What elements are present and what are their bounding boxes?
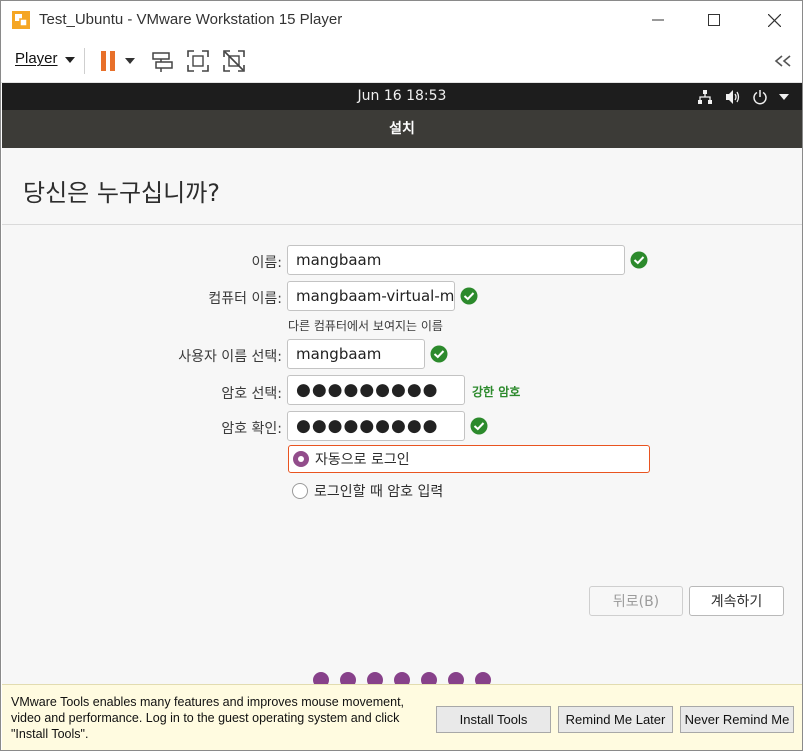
back-button[interactable]: 뒤로(B) (589, 586, 683, 616)
vmware-tools-message: VMware Tools enables many features and i… (11, 695, 405, 741)
power-options-dropdown[interactable] (121, 48, 139, 74)
computer-name-field[interactable]: mangbaam-virtual-mac (287, 281, 455, 311)
fullscreen-icon (187, 50, 209, 72)
confirm-password-valid-check-icon (470, 417, 488, 435)
player-toolbar: Player (1, 39, 802, 83)
title-divider (2, 224, 802, 225)
minimize-button[interactable] (630, 1, 686, 39)
toolbar-separator (84, 48, 85, 74)
fullscreen-button[interactable] (185, 48, 211, 74)
auto-login-label: 자동으로 로그인 (315, 452, 410, 468)
require-password-option[interactable]: 로그인할 때 암호 입력 (288, 477, 650, 505)
page-title: 당신은 누구십니까? (23, 179, 221, 207)
computer-name-label: 컴퓨터 이름: (208, 291, 282, 307)
collapse-toolbar-button[interactable] (770, 48, 796, 74)
username-label: 사용자 이름 선택: (178, 349, 282, 365)
network-icon[interactable] (696, 88, 714, 106)
pause-button[interactable] (95, 48, 121, 74)
player-menu[interactable]: Player (15, 50, 75, 67)
maximize-button[interactable] (686, 1, 742, 39)
chevron-down-icon (65, 57, 75, 63)
dropdown-caret-icon (125, 58, 135, 64)
name-field[interactable]: mangbaam (287, 245, 625, 275)
vmware-player-window: Test_Ubuntu - VMware Workstation 15 Play… (0, 0, 803, 751)
name-valid-check-icon (630, 251, 648, 269)
name-label: 이름: (251, 255, 282, 271)
auto-login-radio[interactable] (293, 451, 309, 467)
computer-name-valid-check-icon (460, 287, 478, 305)
installer-content: 당신은 누구십니까? 이름: mangbaam 컴퓨터 이름: mangbaam… (2, 148, 802, 750)
send-ctrl-alt-del-button[interactable] (149, 48, 175, 74)
confirm-password-field[interactable]: ●●●●●●●●● (287, 411, 465, 441)
collapse-toolbar-icon (774, 55, 791, 67)
power-icon[interactable] (751, 88, 769, 106)
ubuntu-top-panel: Jun 16 18:53 (2, 83, 802, 110)
installer-header: 설치 (2, 110, 802, 148)
confirm-password-label: 암호 확인: (221, 421, 282, 437)
volume-icon[interactable] (724, 88, 742, 106)
require-password-radio[interactable] (292, 483, 308, 499)
remind-me-later-button[interactable]: Remind Me Later (558, 706, 673, 733)
password-label: 암호 선택: (221, 386, 282, 402)
username-valid-check-icon (430, 345, 448, 363)
player-menu-label: Player (15, 50, 58, 67)
never-remind-me-button[interactable]: Never Remind Me (680, 706, 794, 733)
close-button[interactable] (746, 1, 802, 39)
unity-mode-button[interactable] (221, 48, 247, 74)
minimize-icon (652, 19, 664, 21)
send-ctrl-alt-del-icon (152, 52, 173, 72)
install-tools-button[interactable]: Install Tools (436, 706, 551, 733)
unity-mode-icon (223, 50, 245, 72)
continue-button[interactable]: 계속하기 (689, 586, 784, 616)
password-strength-label: 강한 암호 (472, 385, 521, 399)
maximize-icon (708, 14, 720, 26)
window-title: Test_Ubuntu - VMware Workstation 15 Play… (39, 11, 343, 28)
close-icon (767, 13, 781, 27)
vmware-tools-banner: VMware Tools enables many features and i… (2, 684, 802, 750)
vmware-app-icon (11, 10, 31, 30)
pause-icon (101, 51, 115, 71)
username-field[interactable]: mangbaam (287, 339, 425, 369)
password-field[interactable]: ●●●●●●●●● (287, 375, 465, 405)
title-bar: Test_Ubuntu - VMware Workstation 15 Play… (1, 1, 802, 39)
require-password-label: 로그인할 때 암호 입력 (314, 484, 444, 500)
auto-login-option[interactable]: 자동으로 로그인 (288, 445, 650, 473)
panel-menu-caret-icon[interactable] (775, 88, 793, 106)
computer-name-hint: 다른 컴퓨터에서 보여지는 이름 (288, 319, 443, 333)
panel-clock[interactable]: Jun 16 18:53 (2, 88, 802, 104)
